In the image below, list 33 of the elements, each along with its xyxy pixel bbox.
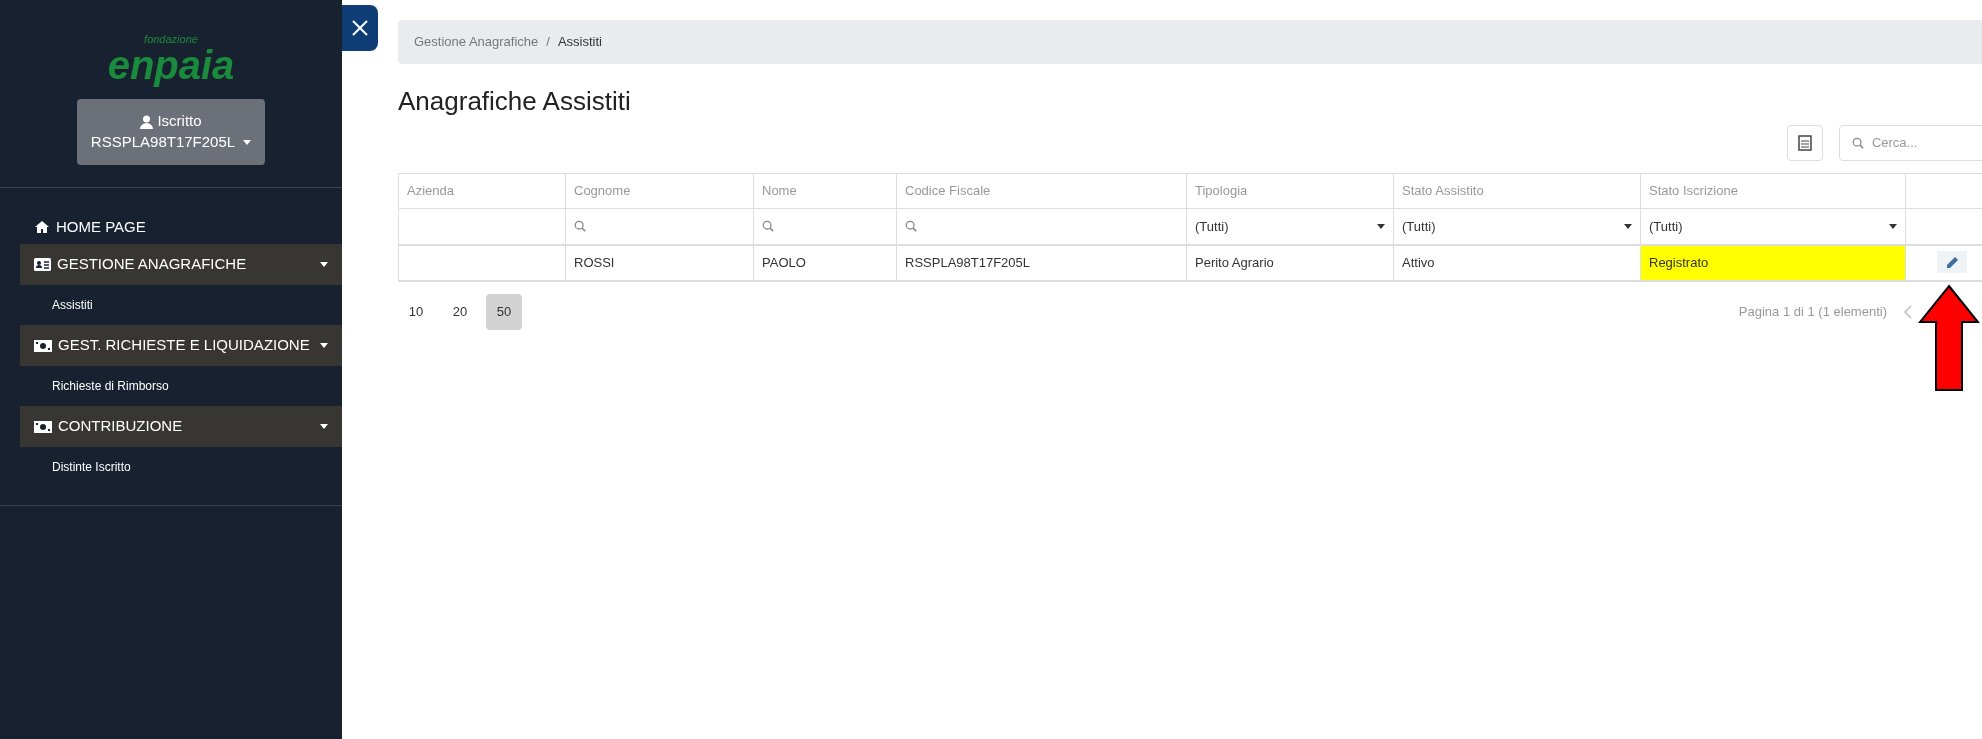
- column-header: Cognome: [574, 183, 631, 199]
- table-cell: PAOLO: [753, 244, 897, 281]
- menu-section[interactable]: GESTIONE ANAGRAFICHE: [20, 244, 342, 285]
- user-button[interactable]: Iscritto RSSPLA98T17F205L: [77, 99, 265, 165]
- page-info: Pagina 1 di 1 (1 elementi): [1738, 302, 1887, 321]
- menu-section[interactable]: GEST. RICHIESTE E LIQUIDAZIONE: [20, 325, 342, 366]
- status-cell: Registrato: [1640, 244, 1906, 281]
- column-header: Nome: [762, 183, 797, 199]
- column-header: Stato Assistito: [1402, 183, 1484, 199]
- menu-item[interactable]: HOME PAGE: [20, 210, 342, 244]
- table-cell: ROSSI: [565, 244, 754, 281]
- submenu-item[interactable]: Assistiti: [0, 285, 342, 325]
- column-header: Azienda: [407, 183, 454, 199]
- breadcrumb-link[interactable]: Gestione Anagrafiche: [414, 32, 539, 52]
- submenu-item[interactable]: Distinte Iscritto: [0, 447, 342, 487]
- page-title: Anagrafiche Assistiti: [398, 85, 632, 118]
- column-header: Codice Fiscale: [905, 183, 991, 199]
- table-cell: Perito Agrario: [1186, 244, 1394, 281]
- column-header: Stato Iscrizione: [1649, 183, 1738, 199]
- page-size-option[interactable]: 50: [486, 293, 522, 330]
- menu-section[interactable]: CONTRIBUZIONE: [20, 406, 342, 447]
- logo-tagline: fondazione: [144, 34, 198, 45]
- page-size-option[interactable]: 10: [398, 293, 434, 330]
- breadcrumb-current: Assistiti: [557, 33, 602, 52]
- column-header: Tipologia: [1195, 183, 1248, 199]
- breadcrumb-separator: /: [546, 33, 550, 52]
- logo-wordmark: enpaia: [107, 45, 235, 85]
- submenu-item[interactable]: Richieste di Rimborso: [0, 366, 342, 406]
- search-field[interactable]: Cerca...: [1839, 125, 1982, 161]
- table-cell: Attivo: [1393, 244, 1641, 281]
- table-cell: RSSPLA98T17F205L: [896, 244, 1187, 281]
- page-size-option[interactable]: 20: [442, 293, 478, 330]
- search-input[interactable]: Cerca...: [1871, 133, 1982, 153]
